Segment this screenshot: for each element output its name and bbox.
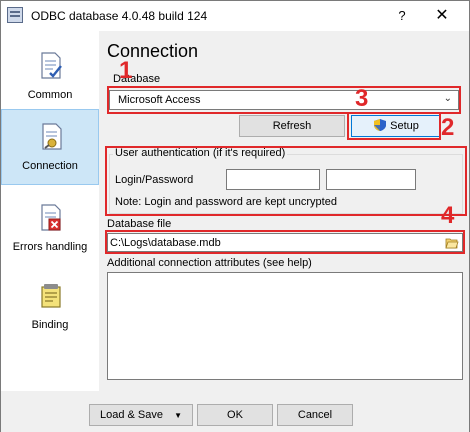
sidebar-item-binding[interactable]: Binding <box>1 269 99 345</box>
sidebar-item-common[interactable]: Common <box>1 39 99 115</box>
database-app-icon <box>7 7 23 23</box>
sidebar-item-label: Binding <box>31 319 69 331</box>
notepad-icon <box>41 284 61 308</box>
dropdown-arrow-icon: ▼ <box>174 411 182 420</box>
database-file-label: Database file <box>107 218 172 230</box>
sidebar-item-label: Common <box>27 89 73 101</box>
document-error-icon <box>41 204 61 231</box>
document-plug-icon <box>42 123 62 150</box>
title-bar: ODBC database 4.0.48 build 124 ? ✕ <box>1 1 469 31</box>
annotation-box-database-file <box>105 230 465 254</box>
sidebar-item-label: Connection <box>22 160 78 172</box>
close-button[interactable]: ✕ <box>419 5 465 27</box>
odbc-dialog-window: ODBC database 4.0.48 build 124 ? ✕ Commo… <box>0 0 470 432</box>
sidebar-item-errors-handling[interactable]: Errors handling <box>1 191 99 267</box>
sidebar-item-connection[interactable]: Connection <box>1 109 99 185</box>
annotation-number-4: 4 <box>441 202 455 229</box>
annotation-box-setup <box>347 112 441 140</box>
additional-attributes-label: Additional connection attributes (see he… <box>107 257 312 269</box>
window-title: ODBC database 4.0.48 build 124 <box>31 9 208 23</box>
annotation-box-authentication <box>105 146 467 216</box>
annotation-box-database <box>107 86 461 114</box>
additional-attributes-textarea[interactable] <box>107 272 463 380</box>
document-check-icon <box>41 52 62 79</box>
annotation-number-2: 2 <box>441 114 455 141</box>
footer-bar: Load & Save ▼ OK Cancel <box>1 391 469 432</box>
annotation-number-3: 3 <box>355 85 369 112</box>
annotation-number-1: 1 <box>119 57 133 84</box>
refresh-button[interactable]: Refresh <box>239 115 345 137</box>
load-save-button[interactable]: Load & Save ▼ <box>89 404 193 426</box>
cancel-button[interactable]: Cancel <box>277 404 353 426</box>
sidebar: Common Connection Errors handling Bindin… <box>1 31 99 391</box>
ok-button[interactable]: OK <box>197 404 273 426</box>
sidebar-item-label: Errors handling <box>12 241 88 253</box>
load-save-label: Load & Save <box>100 409 163 421</box>
help-button[interactable]: ? <box>389 5 415 27</box>
